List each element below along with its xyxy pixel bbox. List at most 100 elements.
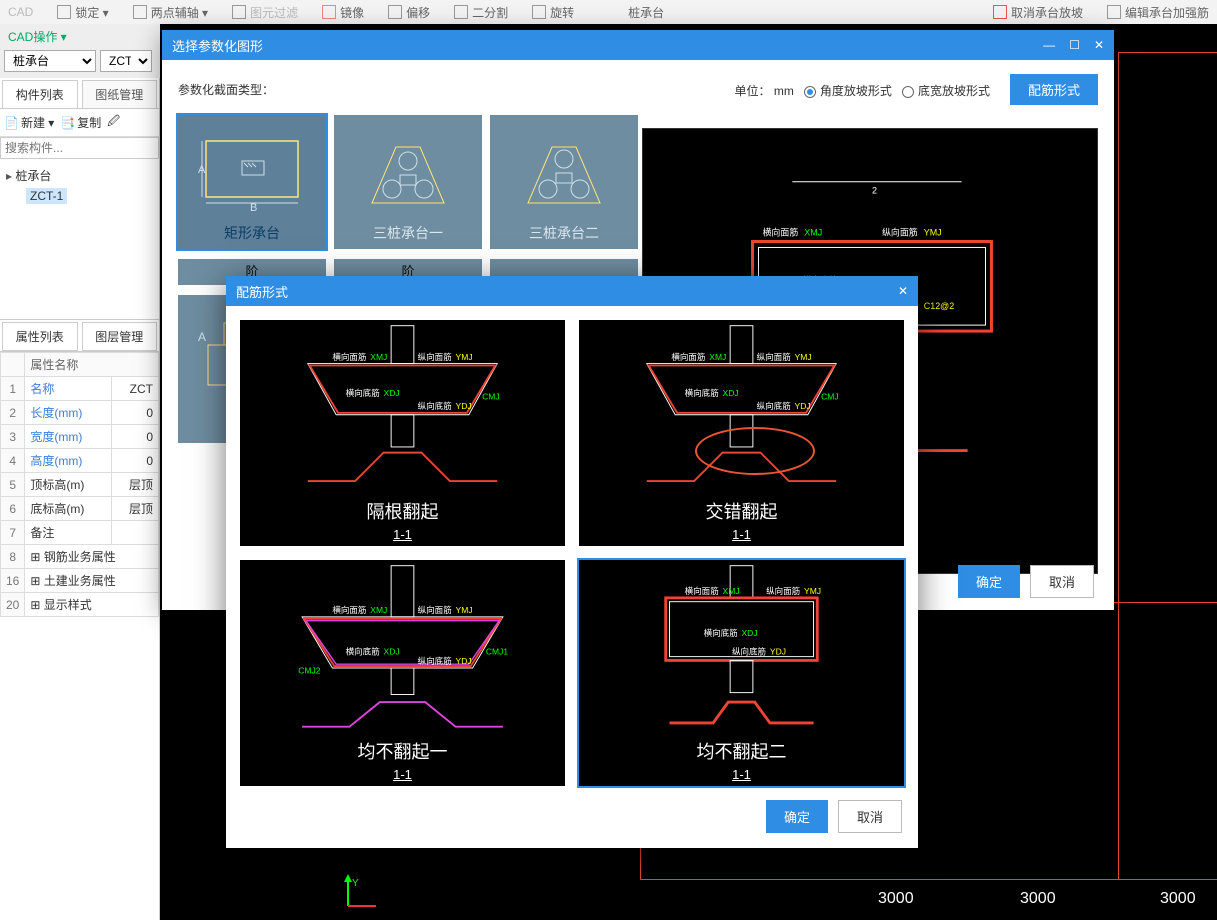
combo-category[interactable]: 桩承台 [4,50,96,72]
svg-text:横向底筋: 横向底筋 [704,628,739,638]
minimize-icon[interactable]: — [1043,38,1055,52]
shape-tri2[interactable]: 三桩承台二 [490,115,638,249]
svg-text:XMJ: XMJ [709,352,726,362]
table-row[interactable]: 7备注 [1,521,159,545]
dim-2: 3000 [1020,890,1056,908]
table-row[interactable]: 16⊞ 土建业务属性 [1,569,159,593]
component-toolbar: 📄 新建 ▾ 📑 复制 🖉 [0,109,159,137]
svg-text:纵向面筋: 纵向面筋 [757,352,792,362]
svg-text:横向面筋: 横向面筋 [671,352,706,362]
tab-components[interactable]: 构件列表 [2,80,78,108]
tab-drawings[interactable]: 图纸管理 [82,80,158,108]
tree-child[interactable]: ZCT-1 [26,188,67,204]
svg-text:2: 2 [872,186,877,196]
ribbon-offset[interactable]: 偏移 [388,4,430,21]
filter-icon [232,5,246,19]
table-row[interactable]: 1名称ZCT [1,377,159,401]
svg-text:XDJ: XDJ [723,388,739,398]
rebar-option-1[interactable]: 横向面筋XMJ 纵向面筋YMJ 横向底筋XDJ 纵向底筋YDJ CMJ 隔根翻起… [240,320,565,546]
axis-icon: Y [340,874,380,914]
svg-text:纵向面筋: 纵向面筋 [418,605,453,615]
ribbon-cancel-slope[interactable]: 取消承台放坡 [993,4,1083,21]
maximize-icon[interactable]: ☐ [1069,38,1080,52]
radio-angle[interactable] [804,86,816,98]
component-tree[interactable]: 桩承台 ZCT-1 [0,159,159,319]
rotate-icon [532,5,546,19]
tab-layers[interactable]: 图层管理 [82,322,158,351]
combo-item[interactable]: ZCT-1 [100,50,152,72]
left-panel: 构件列表 图纸管理 📄 新建 ▾ 📑 复制 🖉 桩承台 ZCT-1 属性列表 图… [0,78,160,920]
modal-rebar-style: 配筋形式 ✕ 横向面筋XMJ 纵向面筋YMJ 横向底筋XDJ 纵向底筋YDJ C… [226,276,918,848]
svg-text:XDJ: XDJ [742,628,758,638]
split-icon [454,5,468,19]
cad-menu[interactable]: CAD操作 ▾ [0,24,160,48]
svg-text:横向底筋: 横向底筋 [346,388,381,398]
ribbon-rotate[interactable]: 旋转 [532,4,574,21]
svg-text:横向面筋: 横向面筋 [332,352,367,362]
svg-text:CMJ2: CMJ2 [298,666,321,676]
modal2-cancel-button[interactable]: 取消 [838,800,902,833]
ribbon-bar: CAD 锁定 ▾ 两点辅轴 ▾ 图元过滤 镜像 偏移 二分割 旋转 桩承台 取消… [0,0,1217,24]
svg-text:B: B [250,202,257,214]
svg-text:纵向面筋: 纵向面筋 [418,352,453,362]
radio-width[interactable] [902,86,914,98]
rebar-option-4[interactable]: 横向面筋XMJ 纵向面筋YMJ 横向底筋XDJ 纵向底筋YDJ 均不翻起二 1-… [579,560,904,786]
edit-rebar-icon [1107,5,1121,19]
rebar-option-2[interactable]: 横向面筋XMJ 纵向面筋YMJ 横向底筋XDJ 纵向底筋YDJ CMJ 交错翻起… [579,320,904,546]
table-row[interactable]: 8⊞ 钢筋业务属性 [1,545,159,569]
ribbon-filter[interactable]: 图元过滤 [232,4,298,21]
table-row[interactable]: 2长度(mm)0 [1,401,159,425]
svg-text:CMJ: CMJ [821,392,839,402]
svg-text:YMJ: YMJ [924,228,942,238]
copy-button[interactable]: 📑 复制 [60,114,101,131]
aux-icon [133,5,147,19]
ribbon-mirror[interactable]: 镜像 [322,4,364,21]
svg-text:纵向底筋: 纵向底筋 [418,656,453,666]
ribbon-edit-rebar[interactable]: 编辑承台加强筋 [1107,4,1209,21]
svg-text:横向面筋: 横向面筋 [685,586,720,596]
tree-root[interactable]: 桩承台 [6,167,153,184]
svg-text:YMJ: YMJ [804,586,821,596]
ribbon-lock[interactable]: 锁定 ▾ [57,4,108,21]
svg-text:XMJ: XMJ [723,586,740,596]
shape-rect[interactable]: A B 矩形承台 [178,115,326,249]
annotation-ellipse [695,427,815,475]
search-input[interactable] [0,137,159,159]
svg-text:CMJ1: CMJ1 [486,647,509,657]
ribbon-split[interactable]: 二分割 [454,4,508,21]
lock-icon [57,5,71,19]
svg-text:YDJ: YDJ [456,656,472,666]
svg-text:横向面筋: 横向面筋 [332,605,367,615]
svg-text:XMJ: XMJ [370,605,387,615]
table-row[interactable]: 20⊞ 显示样式 [1,593,159,617]
tab-properties[interactable]: 属性列表 [2,322,78,351]
table-row[interactable]: 5顶标高(m)层顶 [1,473,159,497]
svg-text:YMJ: YMJ [456,605,473,615]
offset-icon [388,5,402,19]
table-row[interactable]: 4高度(mm)0 [1,449,159,473]
table-row[interactable]: 3宽度(mm)0 [1,425,159,449]
mirror-icon [322,5,336,19]
ribbon-pilecap[interactable]: 桩承台 [628,4,664,21]
svg-text:XDJ: XDJ [384,388,400,398]
modal1-titlebar[interactable]: 选择参数化图形 — ☐ ✕ [162,30,1114,60]
modal2-titlebar[interactable]: 配筋形式 ✕ [226,276,918,306]
svg-text:纵向底筋: 纵向底筋 [418,401,453,411]
modal1-cancel-button[interactable]: 取消 [1030,565,1094,598]
svg-text:纵向底筋: 纵向底筋 [757,401,792,411]
close-icon[interactable]: ✕ [898,284,908,298]
del-button[interactable]: 🖉 [107,112,120,133]
modal2-ok-button[interactable]: 确定 [766,800,828,833]
rebar-style-button[interactable]: 配筋形式 [1010,74,1098,105]
property-table: 属性名称 1名称ZCT 2长度(mm)0 3宽度(mm)0 4高度(mm)0 5… [0,352,159,617]
ribbon-aux[interactable]: 两点辅轴 ▾ [133,4,208,21]
cancel-slope-icon [993,5,1007,19]
close-icon[interactable]: ✕ [1094,38,1104,52]
modal1-ok-button[interactable]: 确定 [958,565,1020,598]
modal2-title: 配筋形式 [236,282,288,301]
svg-text:YDJ: YDJ [456,401,472,411]
new-button[interactable]: 📄 新建 ▾ [4,114,54,131]
shape-tri1[interactable]: 三桩承台一 [334,115,482,249]
table-row[interactable]: 6底标高(m)层顶 [1,497,159,521]
rebar-option-3[interactable]: 横向面筋XMJ 纵向面筋YMJ 横向底筋XDJ 纵向底筋YDJ CMJ2 CMJ… [240,560,565,786]
